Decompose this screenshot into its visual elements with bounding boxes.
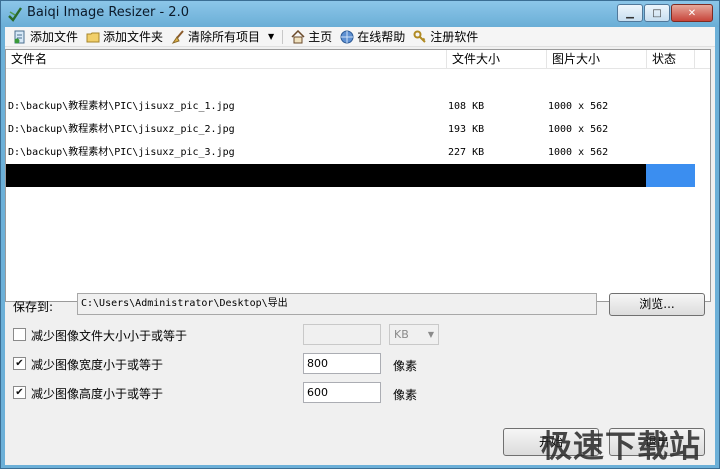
row-imagesize: 1000 x 562 (548, 101, 609, 112)
filesize-unit-select[interactable]: KB ▼ (389, 324, 439, 345)
table-row[interactable]: D:\backup\教程素材\PIC\jisuxz_pic_3.jpg 227 … (6, 141, 710, 164)
row-filesize: 108 KB (448, 101, 485, 112)
home-label: 主页 (308, 30, 333, 44)
app-window: Baiqi Image Resizer - 2.0 ▁ □ ✕ 添加文件 添加文… (0, 0, 720, 469)
column-filesize[interactable]: 文件大小 (447, 50, 547, 69)
window-title: Baiqi Image Resizer - 2.0 (27, 5, 189, 20)
table-row[interactable]: D:\backup\教程素材\PIC\jisuxz_pic_1.jpg 108 … (6, 95, 710, 118)
row-imagesize: 1000 x 562 (548, 124, 609, 135)
register-label: 注册软件 (430, 30, 479, 44)
width-input[interactable]: 800 (303, 353, 381, 374)
table-row[interactable]: D:\backup\教程素材\PIC\jisuxz_pic_2.jpg 193 … (6, 118, 710, 141)
column-imagesize[interactable]: 图片大小 (547, 50, 647, 69)
chevron-down-icon: ▼ (427, 330, 434, 339)
clear-dropdown-arrow[interactable]: ▼ (268, 32, 274, 41)
add-file-label: 添加文件 (30, 30, 79, 44)
broom-icon (171, 29, 184, 44)
row-filename: D:\backup\教程素材\PIC\jisuxz_pic_2.jpg (8, 124, 235, 135)
filesize-input[interactable] (303, 324, 381, 345)
app-logo-icon (8, 7, 22, 22)
maximize-button[interactable]: □ (644, 4, 670, 22)
height-input[interactable]: 600 (303, 382, 381, 403)
home-button[interactable]: 主页 (291, 28, 332, 46)
selected-row-status-cell (646, 164, 695, 187)
toolbar-separator (282, 29, 284, 44)
column-status[interactable]: 状态 (647, 50, 695, 69)
reduce-width-checkbox[interactable]: ✔ (13, 357, 26, 370)
save-to-label: 保存到: (13, 300, 54, 314)
register-button[interactable]: 注册软件 (413, 28, 478, 46)
browse-button[interactable]: 浏览... (609, 293, 705, 316)
reduce-filesize-checkbox[interactable] (13, 328, 26, 341)
add-folder-button[interactable]: 添加文件夹 (86, 28, 163, 46)
add-file-button[interactable]: 添加文件 (13, 28, 78, 46)
row-filesize: 227 KB (448, 147, 485, 158)
row-filesize: 193 KB (448, 124, 485, 135)
reduce-width-label: 减少图像宽度小于或等于 (31, 358, 164, 372)
add-folder-label: 添加文件夹 (103, 30, 164, 44)
close-button[interactable]: ✕ (671, 4, 713, 22)
row-filename: D:\backup\教程素材\PIC\jisuxz_pic_1.jpg (8, 101, 235, 112)
height-unit-label: 像素 (393, 388, 418, 402)
row-filename: D:\backup\教程素材\PIC\jisuxz_pic_3.jpg (8, 147, 235, 158)
toolbar: 添加文件 添加文件夹 清除所有项目 ▼ 主页 在线帮助 注册软件 (5, 27, 715, 47)
online-help-label: 在线帮助 (357, 30, 406, 44)
key-icon (413, 30, 426, 43)
reduce-height-label: 减少图像高度小于或等于 (31, 387, 164, 401)
add-file-icon (14, 30, 25, 43)
online-help-button[interactable]: 在线帮助 (340, 28, 405, 46)
watermark: 极速下载站 (541, 429, 701, 465)
main-panel: 添加文件 添加文件夹 清除所有项目 ▼ 主页 在线帮助 注册软件 文件名 文件大… (5, 27, 715, 465)
title-bar[interactable]: Baiqi Image Resizer - 2.0 ▁ □ ✕ (1, 1, 719, 27)
column-filename[interactable]: 文件名 (6, 50, 447, 69)
selected-row-highlight[interactable] (6, 164, 646, 187)
globe-help-icon (340, 30, 354, 43)
file-list[interactable]: 文件名 文件大小 图片大小 状态 D:\backup\教程素材\PIC\jisu… (5, 49, 711, 302)
clear-all-button[interactable]: 清除所有项目 (171, 28, 260, 46)
save-path-field[interactable]: C:\Users\Administrator\Desktop\导出 (77, 293, 597, 315)
reduce-height-checkbox[interactable]: ✔ (13, 386, 26, 399)
minimize-button[interactable]: ▁ (617, 4, 643, 22)
folder-icon (86, 32, 100, 42)
list-header: 文件名 文件大小 图片大小 状态 (6, 50, 710, 69)
filesize-unit-value: KB (394, 328, 409, 341)
width-unit-label: 像素 (393, 359, 418, 373)
clear-all-label: 清除所有项目 (188, 30, 261, 44)
reduce-filesize-label: 减少图像文件大小小于或等于 (31, 329, 188, 343)
home-icon (291, 29, 305, 43)
row-imagesize: 1000 x 562 (548, 147, 609, 158)
